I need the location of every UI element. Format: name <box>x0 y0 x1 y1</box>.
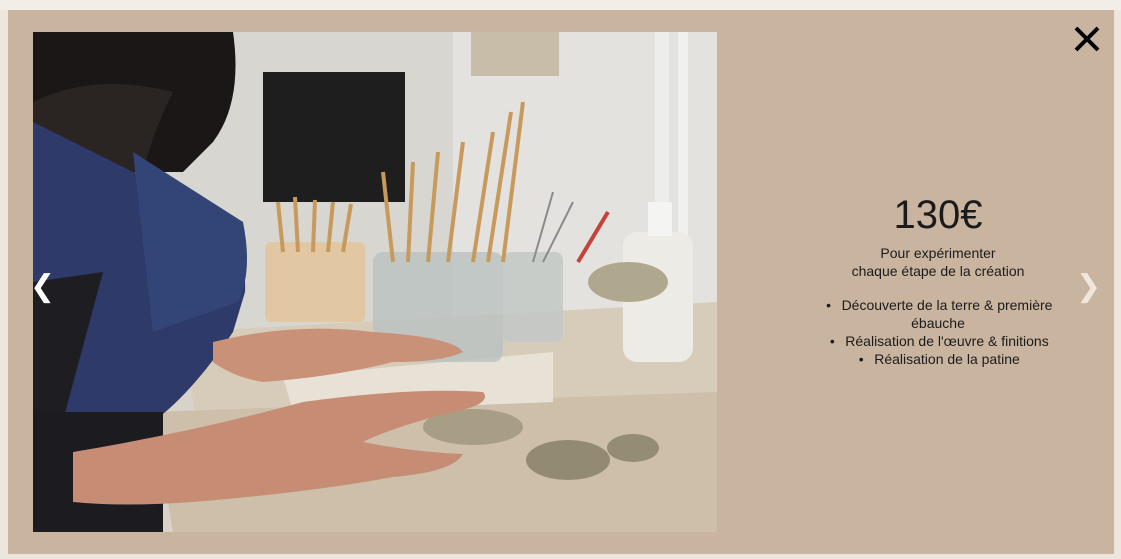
close-icon <box>1074 26 1100 52</box>
chevron-left-icon: ❮ <box>30 269 56 304</box>
previous-slide-button[interactable]: ❮ <box>30 268 55 306</box>
feature-text: Réalisation de l'œuvre & finitions <box>845 333 1049 349</box>
feature-text: Réalisation de la patine <box>874 351 1020 367</box>
feature-item: • Découverte de la terre & première ébauc… <box>768 296 1108 332</box>
bullet-icon: • <box>858 351 864 367</box>
subtitle-line-1: Pour expérimenter <box>880 245 996 261</box>
bullet-icon: • <box>826 297 832 313</box>
page-backdrop <box>0 0 1121 10</box>
offer-subtitle: Pour expérimenter chaque étape de la cré… <box>768 244 1108 280</box>
close-button[interactable] <box>1070 22 1104 56</box>
feature-list: • Découverte de la terre & première ébauc… <box>768 296 1108 368</box>
subtitle-line-2: chaque étape de la création <box>851 263 1025 279</box>
lightbox-modal: ❮ ❯ 130€ Pour expérimenter chaque étape … <box>8 10 1114 554</box>
workshop-photo <box>33 32 717 532</box>
feature-item: • Réalisation de la patine <box>768 350 1108 368</box>
workshop-photo-illustration <box>33 32 717 532</box>
offer-details: 130€ Pour expérimenter chaque étape de l… <box>768 190 1108 368</box>
feature-item: • Réalisation de l'œuvre & finitions <box>768 332 1108 350</box>
bullet-icon: • <box>829 333 835 349</box>
price-label: 130€ <box>893 193 983 237</box>
feature-text: Découverte de la terre & première ébauch… <box>841 297 1053 331</box>
